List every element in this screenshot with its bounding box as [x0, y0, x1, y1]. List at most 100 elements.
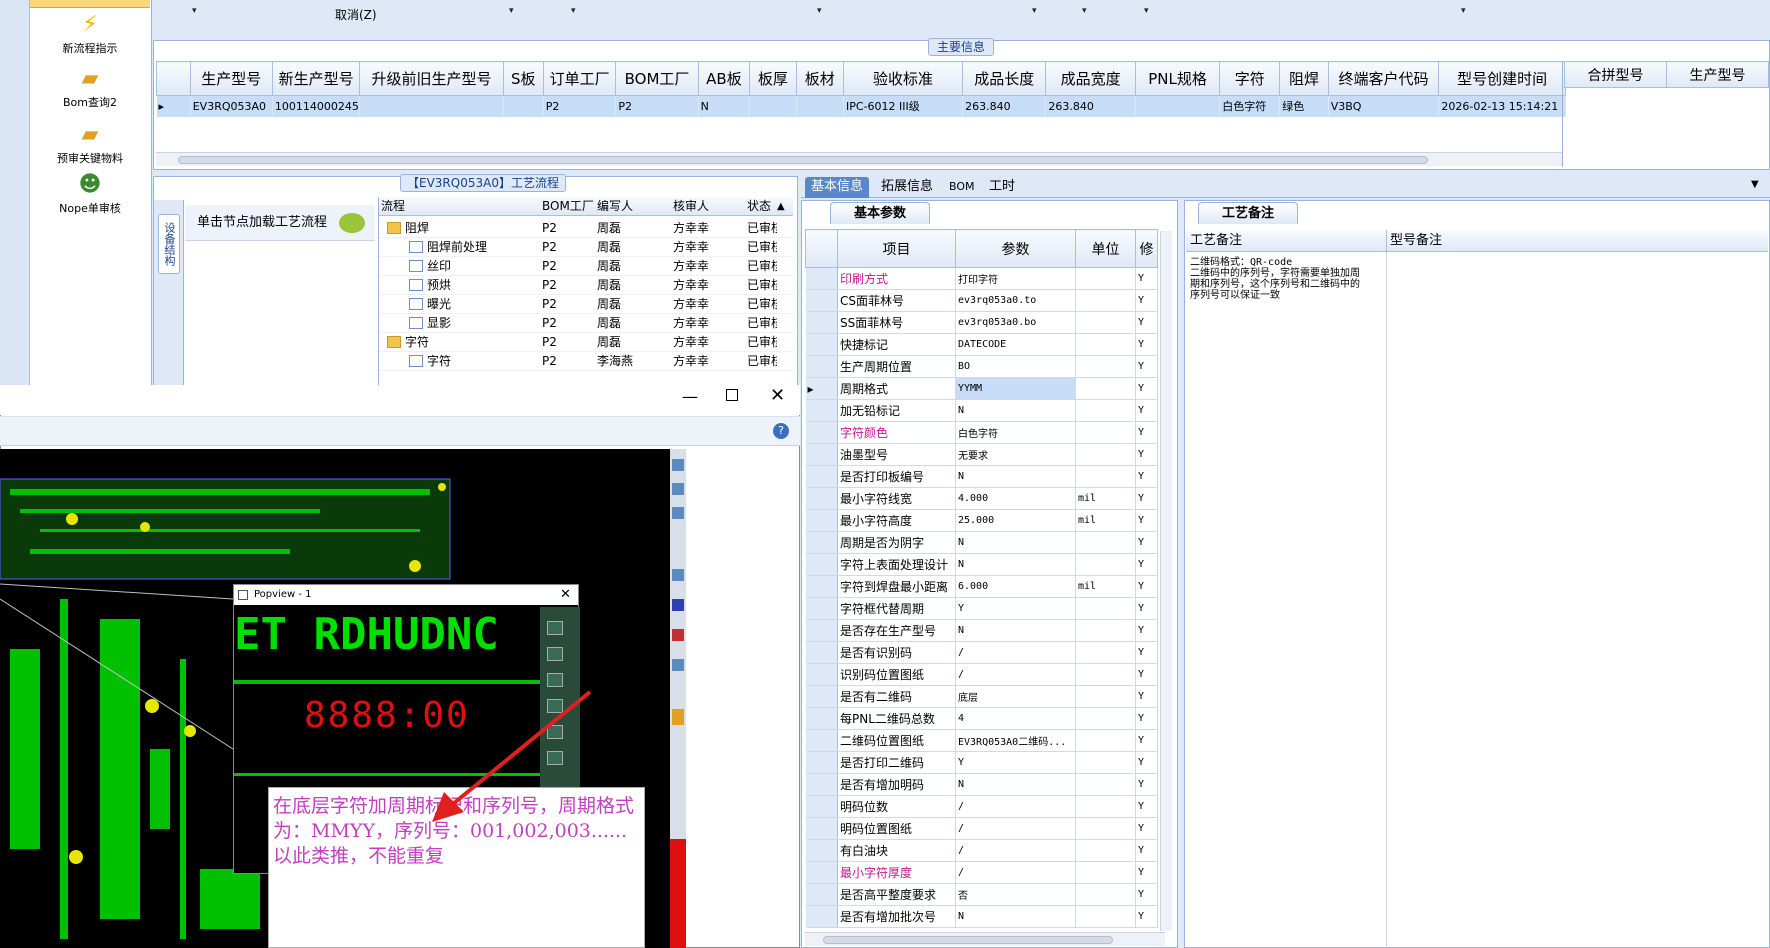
param-row[interactable]: 加无铅标记 N Y: [805, 399, 1158, 422]
param-value[interactable]: N: [955, 619, 1076, 642]
col-header[interactable]: 终端客户代码: [1327, 61, 1440, 96]
param-value[interactable]: /: [955, 839, 1076, 862]
param-value[interactable]: /: [955, 817, 1076, 840]
tool-icon[interactable]: [672, 709, 684, 725]
param-value[interactable]: 否: [955, 883, 1076, 906]
param-row[interactable]: 油墨型号 无要求 Y: [805, 443, 1158, 466]
param-row[interactable]: 是否有识别码 / Y: [805, 641, 1158, 664]
param-item[interactable]: 加无铅标记: [837, 399, 956, 422]
param-value[interactable]: N: [955, 553, 1076, 576]
param-unit[interactable]: [1075, 597, 1136, 620]
table-cell[interactable]: [749, 95, 797, 117]
table-cell[interactable]: 10011400024577: [272, 95, 361, 117]
close-icon[interactable]: ✕: [770, 385, 785, 406]
tab-bom[interactable]: BOM: [943, 177, 981, 198]
param-value[interactable]: BO: [955, 355, 1076, 378]
table-cell[interactable]: [359, 95, 504, 117]
param-unit[interactable]: [1075, 553, 1136, 576]
param-unit[interactable]: [1075, 905, 1136, 928]
param-flag[interactable]: Y: [1135, 289, 1158, 312]
param-unit[interactable]: [1075, 773, 1136, 796]
param-flag[interactable]: Y: [1135, 487, 1158, 510]
param-item[interactable]: 是否有识别码: [837, 641, 956, 664]
param-flag[interactable]: Y: [1135, 465, 1158, 488]
param-flag[interactable]: Y: [1135, 509, 1158, 532]
param-unit[interactable]: [1075, 465, 1136, 488]
tab-work-hours[interactable]: 工时: [983, 177, 1021, 198]
tab-device-structure[interactable]: 设备结构: [158, 214, 180, 274]
col-header[interactable]: 验收标准: [843, 61, 964, 96]
param-flag[interactable]: Y: [1135, 839, 1158, 862]
maximize-icon[interactable]: [726, 389, 738, 401]
tool-icon[interactable]: [672, 483, 684, 495]
param-flag[interactable]: Y: [1135, 355, 1158, 378]
param-item[interactable]: 明码位置图纸: [837, 817, 956, 840]
param-item[interactable]: 最小字符厚度: [837, 861, 956, 884]
chevron-down-icon[interactable]: ▼: [1751, 179, 1759, 190]
table-cell[interactable]: N: [698, 95, 751, 117]
param-row[interactable]: 每PNL二维码总数 4 Y: [805, 707, 1158, 730]
param-value[interactable]: Y: [955, 751, 1076, 774]
table-cell[interactable]: 白色字符: [1219, 95, 1281, 117]
table-cell[interactable]: 2026-02-13 15:14:21: [1438, 95, 1566, 117]
param-flag[interactable]: Y: [1135, 597, 1158, 620]
col-header[interactable]: 成品宽度: [1045, 61, 1136, 96]
param-unit[interactable]: [1075, 619, 1136, 642]
param-row[interactable]: 字符到焊盘最小距离 6.000 mil Y: [805, 575, 1158, 598]
col-header[interactable]: 板材: [795, 61, 845, 96]
param-row[interactable]: 是否高平整度要求否 Y: [805, 883, 1158, 906]
param-flag[interactable]: Y: [1135, 399, 1158, 422]
param-value[interactable]: 25.000: [955, 509, 1076, 532]
param-value[interactable]: N: [955, 399, 1076, 422]
param-flag[interactable]: Y: [1135, 443, 1158, 466]
table-cell[interactable]: 263.840: [1045, 95, 1136, 117]
tool-icon[interactable]: [672, 459, 684, 471]
col-header[interactable]: 核审人: [673, 197, 709, 216]
nav-item-new-process[interactable]: ⚡ 新流程指示: [30, 12, 150, 56]
param-value[interactable]: Y: [955, 597, 1076, 620]
param-row[interactable]: 有白油块 / Y: [805, 839, 1158, 862]
param-value[interactable]: 4.000: [955, 487, 1076, 510]
tab-basic-params[interactable]: 基本参数: [830, 202, 930, 224]
tree-row[interactable]: 显影 P2 周磊 方幸幸 已审核: [379, 314, 793, 333]
param-flag[interactable]: Y: [1135, 333, 1158, 356]
tree-row[interactable]: 字符 P2 李海燕 方幸幸 已审核: [379, 352, 793, 371]
param-row[interactable]: 最小字符线宽 4.000 mil Y: [805, 487, 1158, 510]
param-item[interactable]: CS面菲林号: [837, 289, 956, 312]
param-value[interactable]: 打印字符: [955, 267, 1076, 290]
param-flag[interactable]: Y: [1135, 729, 1158, 752]
param-item[interactable]: 快捷标记: [837, 333, 956, 356]
tree-row[interactable]: 曝光 P2 周磊 方幸幸 已审核: [379, 295, 793, 314]
param-unit[interactable]: [1075, 663, 1136, 686]
col-header[interactable]: 参数: [955, 229, 1076, 268]
param-row[interactable]: 二维码位置图纸 EV3RQ053A0二维码... Y: [805, 729, 1158, 752]
param-value[interactable]: 无要求: [955, 443, 1076, 466]
param-flag[interactable]: Y: [1135, 553, 1158, 576]
param-flag[interactable]: Y: [1135, 707, 1158, 730]
param-row[interactable]: ▸ 周期格式 YYMM Y: [805, 377, 1158, 400]
tool-icon[interactable]: [547, 621, 563, 635]
param-flag[interactable]: Y: [1135, 641, 1158, 664]
col-header[interactable]: 修: [1135, 229, 1158, 268]
param-value[interactable]: N: [955, 773, 1076, 796]
nav-item-key-material[interactable]: ▰ 预审关键物料: [30, 122, 150, 166]
col-header[interactable]: 型号创建时间: [1438, 61, 1566, 96]
col-header[interactable]: 流程: [381, 197, 405, 216]
param-flag[interactable]: Y: [1135, 421, 1158, 444]
col-header[interactable]: 状态: [747, 197, 771, 216]
param-flag[interactable]: Y: [1135, 883, 1158, 906]
param-value[interactable]: EV3RQ053A0二维码...: [955, 729, 1076, 752]
param-row[interactable]: 是否有增加批次号 N Y: [805, 905, 1158, 928]
param-row[interactable]: 是否打印二维码 Y Y: [805, 751, 1158, 774]
col-header[interactable]: AB板: [697, 61, 751, 96]
param-item[interactable]: 字符上表面处理设计: [837, 553, 956, 576]
col-header[interactable]: PNL规格: [1134, 61, 1221, 96]
param-unit[interactable]: [1075, 333, 1136, 356]
close-icon[interactable]: ✕: [560, 585, 571, 605]
param-flag[interactable]: Y: [1135, 817, 1158, 840]
param-item[interactable]: 有白油块: [837, 839, 956, 862]
param-flag[interactable]: Y: [1135, 377, 1158, 400]
col-header[interactable]: 阻焊: [1279, 61, 1329, 96]
param-flag[interactable]: Y: [1135, 685, 1158, 708]
vertical-scrollbar[interactable]: [1160, 231, 1172, 931]
